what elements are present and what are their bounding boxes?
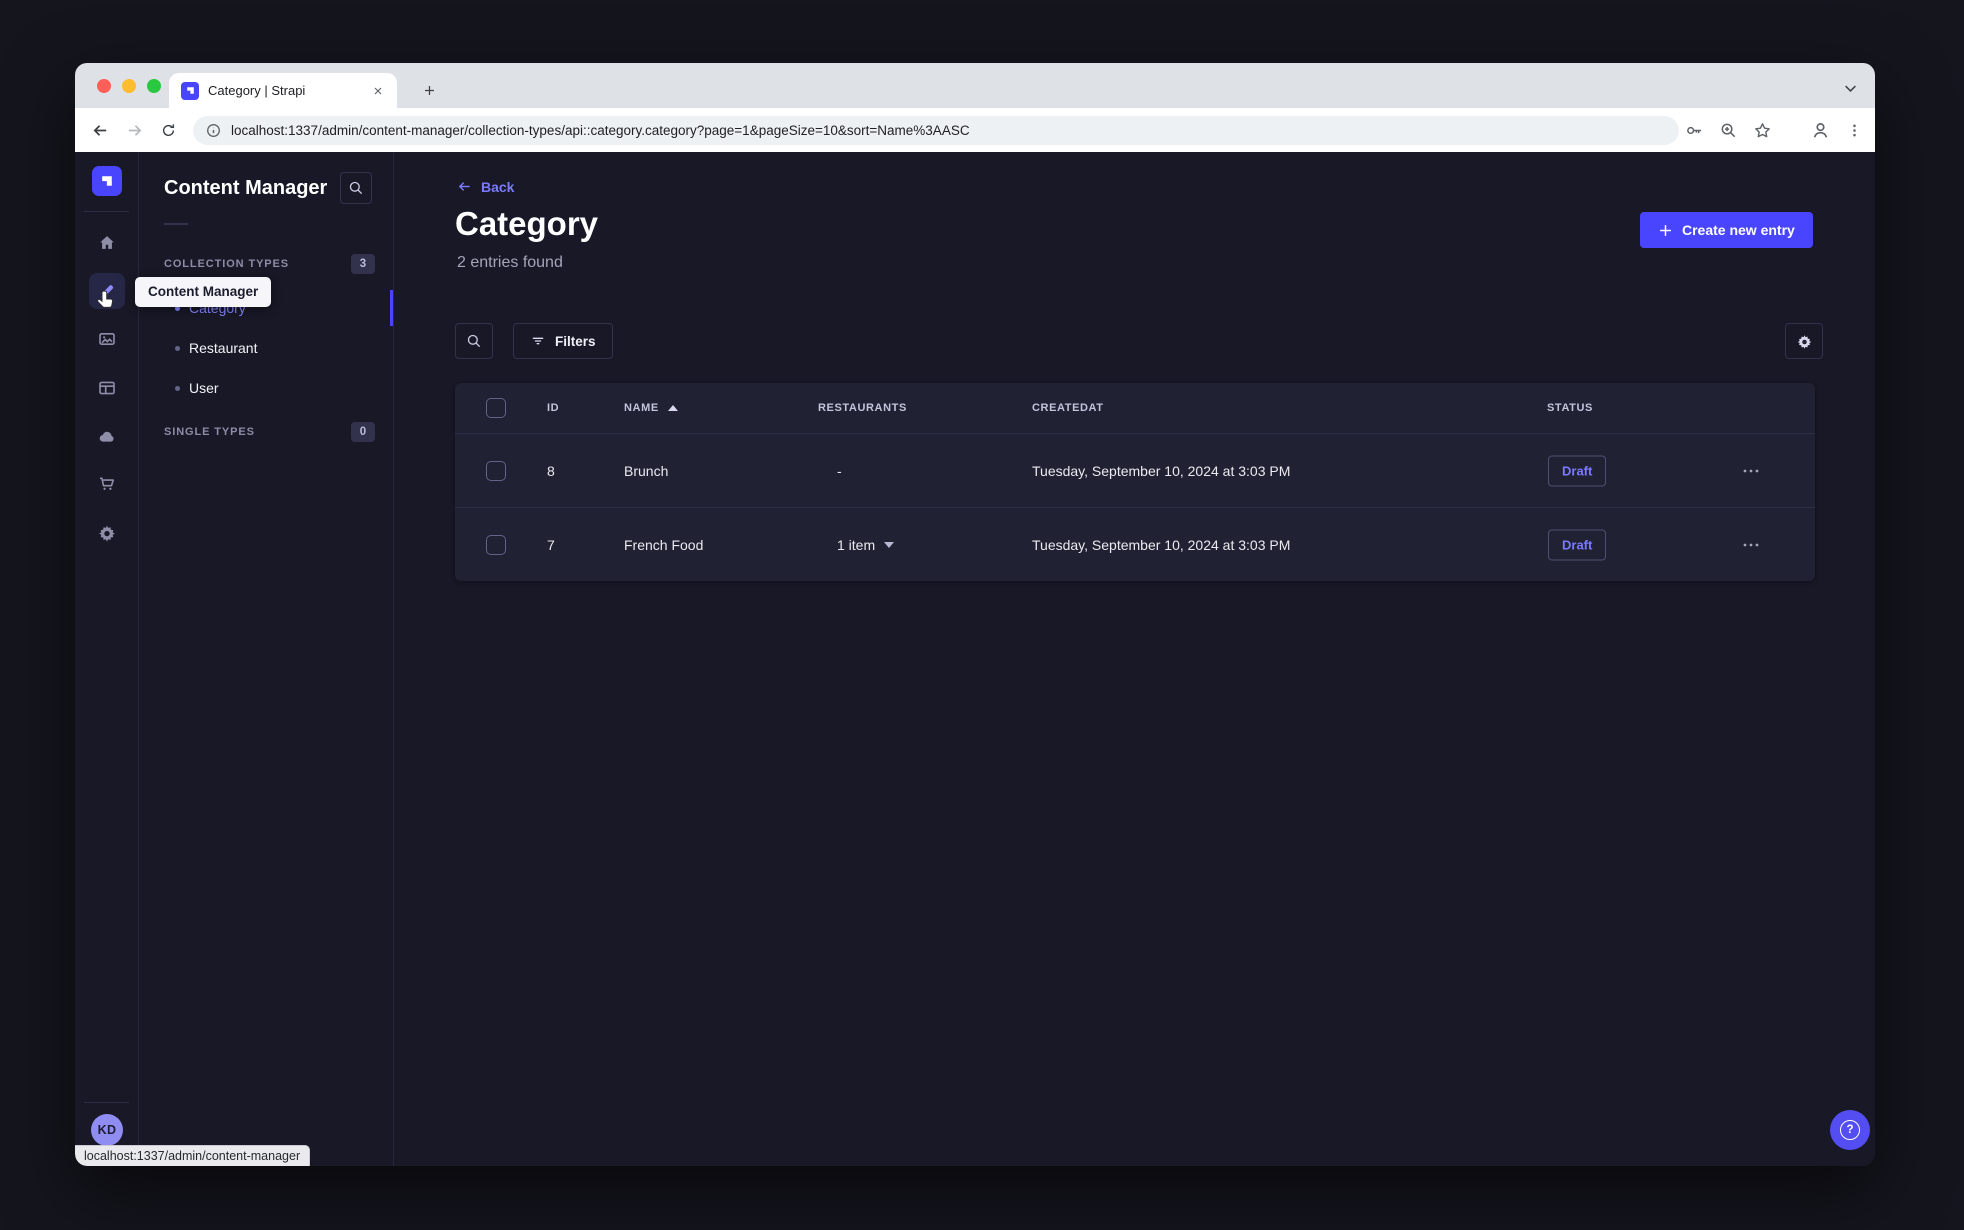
browser-tab-strip: Category | Strapi [75, 63, 1875, 108]
subnav-search-button[interactable] [340, 172, 372, 204]
column-header-restaurants[interactable]: RESTAURANTS [818, 402, 907, 414]
strapi-favicon-icon [181, 81, 199, 100]
media-library-icon[interactable] [89, 321, 125, 357]
url-bar[interactable]: localhost:1337/admin/content-manager/col… [193, 115, 1679, 145]
column-header-status[interactable]: STATUS [1547, 402, 1593, 414]
back-arrow-icon [458, 182, 470, 191]
zoom-magnifier-icon[interactable] [1719, 121, 1738, 140]
subnav-title: Content Manager [164, 176, 328, 199]
hand-cursor-icon [95, 289, 117, 313]
tab-search-chevron-icon[interactable] [1839, 77, 1861, 99]
single-types-count-badge: 0 [351, 422, 375, 442]
content-manager-tooltip: Content Manager [135, 277, 272, 307]
browser-window: Category | Strapi localhost:1337/admin/c… [75, 63, 1875, 1166]
expand-caret-icon [884, 541, 895, 548]
question-mark-icon: ? [1840, 1120, 1860, 1140]
forward-navigation-icon[interactable] [119, 115, 149, 145]
view-settings-button[interactable] [1785, 323, 1823, 359]
row-actions-menu-icon[interactable] [1737, 531, 1765, 559]
table-row[interactable]: 7 French Food 1 item Tuesday, September … [455, 508, 1815, 581]
plus-icon [1660, 224, 1671, 236]
browser-tab[interactable]: Category | Strapi [169, 73, 397, 108]
status-badge: Draft [1548, 455, 1607, 486]
create-new-entry-button[interactable]: Create new entry [1640, 212, 1813, 248]
avatar[interactable]: KD [91, 1114, 123, 1146]
content-type-builder-icon[interactable] [89, 370, 125, 406]
cell-restaurants[interactable]: 1 item [837, 537, 895, 553]
sidebar-item-user[interactable]: User [139, 368, 393, 408]
single-types-label: SINGLE TYPES [164, 426, 255, 438]
marketplace-cart-icon[interactable] [89, 466, 125, 502]
settings-gear-icon[interactable] [89, 515, 125, 551]
close-window-button[interactable] [97, 79, 111, 93]
strapi-admin: KD Content Manager COLLECTION TYPES 3 Ca… [75, 152, 1875, 1166]
collection-types-label: COLLECTION TYPES [164, 258, 290, 270]
maximize-window-button[interactable] [147, 79, 161, 93]
link-preview-status-bar: localhost:1337/admin/content-manager [75, 1145, 311, 1166]
status-badge: Draft [1548, 529, 1607, 560]
back-navigation-icon[interactable] [85, 115, 115, 145]
row-checkbox[interactable] [486, 534, 506, 555]
bullet-icon [175, 385, 180, 391]
browser-toolbar: localhost:1337/admin/content-manager/col… [75, 108, 1875, 152]
cell-createdat: Tuesday, September 10, 2024 at 3:03 PM [1032, 462, 1291, 479]
close-tab-icon[interactable] [369, 82, 387, 100]
toolbar-right-icons [1685, 108, 1863, 152]
browser-menu-icon[interactable] [1846, 122, 1863, 139]
password-key-icon[interactable] [1685, 121, 1704, 140]
table-header-row: ID NAME RESTAURANTS CREATEDAT STATUS [455, 383, 1815, 434]
list-search-button[interactable] [455, 323, 493, 359]
cell-restaurants: - [837, 462, 842, 479]
filters-button[interactable]: Filters [513, 323, 613, 359]
filter-icon [532, 337, 544, 345]
cloud-icon[interactable] [89, 419, 125, 455]
table-row[interactable]: 8 Brunch - Tuesday, September 10, 2024 a… [455, 434, 1815, 508]
page-title: Category [455, 205, 599, 242]
desktop: Category | Strapi localhost:1337/admin/c… [0, 0, 1964, 1230]
bullet-icon [175, 345, 180, 351]
nav-footer-divider [84, 1102, 129, 1103]
cell-name: Brunch [624, 462, 669, 479]
column-header-name[interactable]: NAME [624, 402, 678, 414]
site-info-icon[interactable] [206, 123, 221, 138]
window-controls [97, 79, 161, 93]
column-header-createdat[interactable]: CREATEDAT [1032, 402, 1104, 414]
row-actions-menu-icon[interactable] [1737, 457, 1765, 485]
subnav-divider [164, 223, 188, 225]
nav-divider [84, 211, 129, 212]
reload-icon[interactable] [153, 115, 183, 145]
minimize-window-button[interactable] [122, 79, 136, 93]
main-content: Back Category 2 entries found Create new… [394, 152, 1875, 1166]
home-icon[interactable] [89, 225, 125, 261]
cell-createdat: Tuesday, September 10, 2024 at 3:03 PM [1032, 536, 1291, 553]
sort-ascending-icon [667, 405, 678, 411]
collection-types-count-badge: 3 [351, 254, 375, 274]
new-tab-button[interactable] [415, 76, 443, 104]
column-header-id[interactable]: ID [547, 402, 559, 414]
cell-id: 7 [547, 536, 555, 553]
entries-table: ID NAME RESTAURANTS CREATEDAT STATUS 8 B… [455, 383, 1815, 581]
profile-icon[interactable] [1810, 120, 1831, 141]
bookmark-star-icon[interactable] [1753, 121, 1772, 140]
select-all-checkbox[interactable] [486, 398, 506, 418]
url-text[interactable]: localhost:1337/admin/content-manager/col… [231, 123, 970, 138]
sidebar-item-restaurant[interactable]: Restaurant [139, 328, 393, 368]
strapi-logo-icon[interactable] [92, 166, 122, 196]
cell-name: French Food [624, 536, 704, 553]
help-button[interactable]: ? [1830, 1110, 1870, 1150]
cell-id: 8 [547, 462, 555, 479]
row-checkbox[interactable] [486, 460, 506, 481]
back-link[interactable]: Back [456, 178, 514, 195]
tab-title: Category | Strapi [208, 83, 306, 98]
entries-count: 2 entries found [457, 254, 563, 271]
